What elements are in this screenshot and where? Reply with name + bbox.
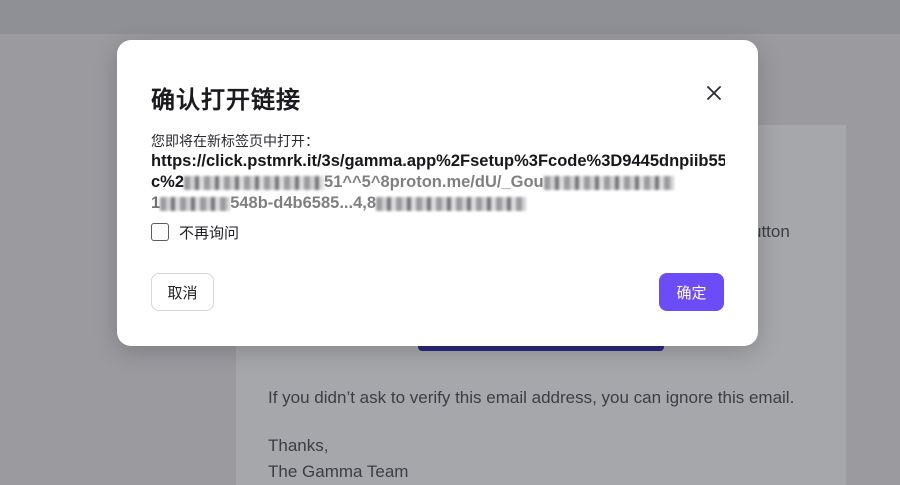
background-header [0, 0, 900, 34]
link-url: https://click.pstmrk.it/3s/gamma.app%2Fs… [151, 151, 725, 214]
background-ignore-text: If you didn’t ask to verify this email a… [268, 388, 795, 407]
background-team-text: The Gamma Team [268, 462, 409, 481]
redacted-url-segment [543, 175, 674, 190]
confirm-button[interactable]: 确定 [659, 273, 724, 311]
redacted-url-segment [184, 175, 325, 190]
url-line-3-mid: 548b-d4b6585...4,8 [230, 194, 377, 212]
url-line-3-start: 1 [151, 194, 161, 212]
cancel-button[interactable]: 取消 [151, 273, 214, 311]
confirm-open-link-dialog: 确认打开链接 您即将在新标签页中打开： https://click.pstmrk… [117, 40, 758, 346]
close-button[interactable] [703, 82, 725, 104]
dont-ask-again-option[interactable]: 不再询问 [151, 221, 239, 243]
url-line-1: https://click.pstmrk.it/3s/gamma.app%2Fs… [151, 152, 725, 170]
redacted-url-segment [160, 196, 231, 211]
url-line-2: c%2 51^^5^8proton.me/dU/_Gou [151, 172, 725, 193]
dont-ask-again-checkbox[interactable] [151, 223, 169, 241]
redacted-url-segment [376, 196, 527, 211]
dont-ask-again-label: 不再询问 [179, 223, 240, 242]
dialog-title: 确认打开链接 [151, 86, 301, 114]
url-line-2-start: c%2 [151, 173, 185, 191]
background-thanks-text: Thanks, [268, 436, 329, 455]
close-icon [707, 86, 721, 100]
url-line-2-mid: 51^^5^8proton.me/dU/_Gou [324, 173, 544, 191]
url-line-3: 1 548b-d4b6585...4,8 [151, 193, 725, 214]
dialog-intro-text: 您即将在新标签页中打开： [151, 134, 319, 150]
